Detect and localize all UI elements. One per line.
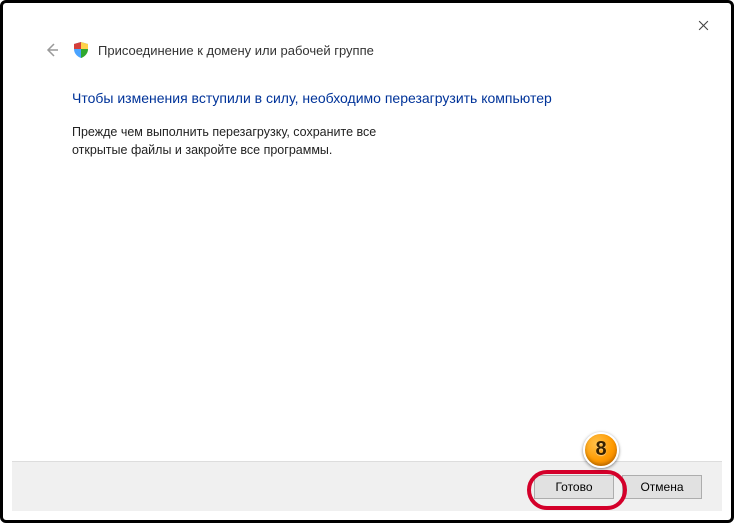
back-arrow-icon[interactable] [42,40,62,60]
shield-icon [72,41,90,59]
instruction-line1: Прежде чем выполнить перезагрузку, сохра… [72,125,376,139]
page-heading: Чтобы изменения вступили в силу, необход… [72,90,682,106]
button-bar: Готово Отмена [12,461,722,511]
wizard-window: Присоединение к домену или рабочей групп… [12,12,722,511]
cancel-button[interactable]: Отмена [622,475,702,499]
screenshot-frame: Присоединение к домену или рабочей групп… [0,0,734,523]
wizard-header: Присоединение к домену или рабочей групп… [42,40,374,60]
step-number: 8 [595,438,606,461]
close-icon[interactable] [696,20,710,34]
instruction-text: Прежде чем выполнить перезагрузку, сохра… [72,124,412,159]
wizard-title: Присоединение к домену или рабочей групп… [98,43,374,58]
step-badge: 8 [583,432,619,468]
content-area: Чтобы изменения вступили в силу, необход… [72,90,682,159]
instruction-line2: открытые файлы и закройте все программы. [72,143,332,157]
finish-button[interactable]: Готово [534,475,614,499]
